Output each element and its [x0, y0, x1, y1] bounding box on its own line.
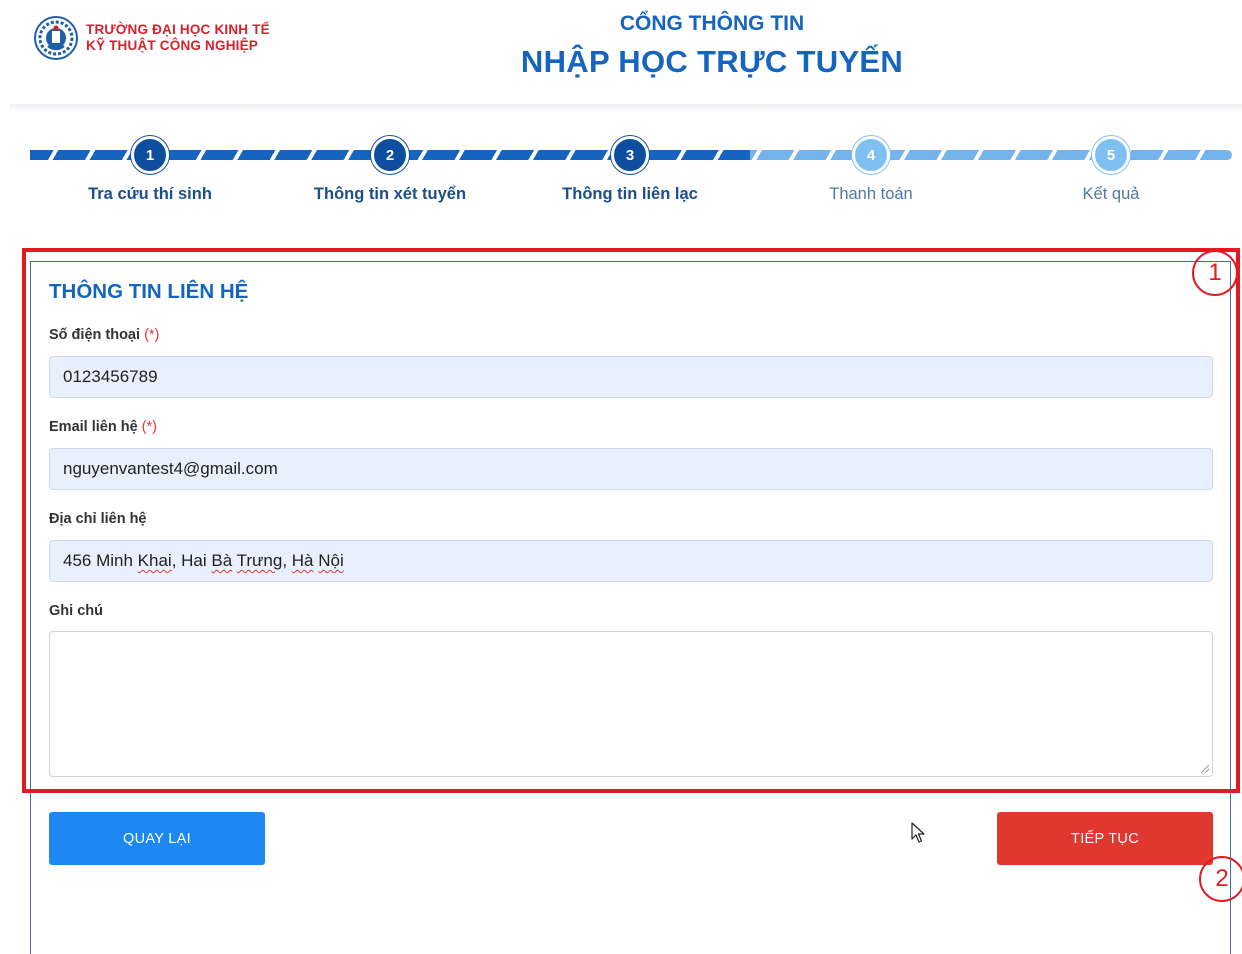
portal-subtitle: CỔNG THÔNG TIN	[619, 12, 805, 35]
stepper-track-pending	[750, 150, 1232, 160]
step-3-circle: 3	[611, 136, 649, 174]
step-2-label: Thông tin xét tuyển	[313, 185, 467, 203]
page-header: TRƯỜNG ĐẠI HỌC KINH TẾ KỸ THUẬT CÔNG NGH…	[0, 0, 1242, 104]
step-5-circle: 5	[1092, 136, 1130, 174]
school-name: TRƯỜNG ĐẠI HỌC KINH TẾ KỸ THUẬT CÔNG NGH…	[86, 22, 270, 54]
annotation-marker-1: 1	[1192, 250, 1238, 296]
step-1-circle: 1	[131, 136, 169, 174]
next-button[interactable]: TIẾP TỤC	[997, 812, 1213, 865]
school-name-line2: KỸ THUẬT CÔNG NGHIỆP	[86, 38, 259, 53]
step-3-label: Thông tin liên lạc	[562, 185, 698, 203]
mouse-cursor-icon	[911, 822, 925, 843]
portal-title: NHẬP HỌC TRỰC TUYẾN	[520, 44, 904, 79]
back-button[interactable]: QUAY LẠI	[49, 812, 265, 865]
step-5-label: Kết quả	[1082, 185, 1140, 203]
annotation-highlight-box	[22, 248, 1240, 793]
university-logo-icon	[34, 16, 78, 60]
step-1-label: Tra cứu thí sinh	[88, 185, 212, 203]
step-4-circle: 4	[852, 136, 890, 174]
annotation-marker-2: 2	[1199, 856, 1242, 902]
step-2-circle: 2	[371, 136, 409, 174]
school-name-line1: TRƯỜNG ĐẠI HỌC KINH TẾ	[86, 22, 270, 37]
step-4-label: Thanh toán	[829, 185, 913, 203]
header-divider	[10, 104, 1242, 112]
